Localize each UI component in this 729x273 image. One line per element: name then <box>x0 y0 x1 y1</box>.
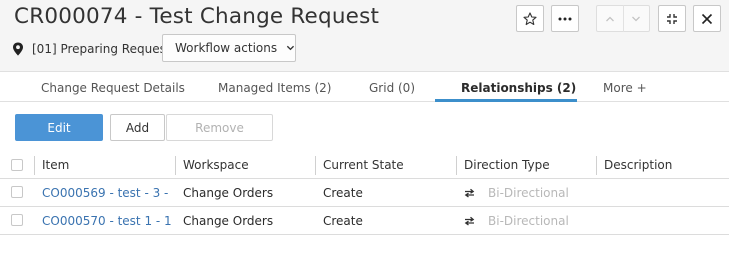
add-button[interactable]: Add <box>110 114 165 141</box>
pin-icon <box>13 42 23 55</box>
row-checkbox[interactable] <box>11 214 23 226</box>
direction-cell: Bi-Directional <box>464 207 594 234</box>
column-header-description[interactable]: Description <box>604 152 724 178</box>
page-title: CR000074 - Test Change Request <box>14 4 380 29</box>
current-state: [01] Preparing Request <box>12 35 171 62</box>
table-header: Item Workspace Current State Direction T… <box>0 152 729 179</box>
more-options-button[interactable] <box>551 5 579 32</box>
column-header-direction-type[interactable]: Direction Type <box>464 152 594 178</box>
chevron-down-icon <box>286 45 295 51</box>
tab-relationships[interactable]: Relationships (2) <box>461 81 576 95</box>
description-cell <box>604 179 724 206</box>
direction-cell: Bi-Directional <box>464 179 594 206</box>
collapse-icon <box>667 13 677 24</box>
favorite-button[interactable] <box>516 5 544 32</box>
state-cell: Create <box>323 185 363 200</box>
description-cell <box>604 207 724 234</box>
star-icon <box>523 11 537 25</box>
next-record-button[interactable] <box>624 6 650 31</box>
row-checkbox[interactable] <box>11 186 23 198</box>
workspace-cell: Change Orders <box>183 185 274 200</box>
relationships-table: Item Workspace Current State Direction T… <box>0 152 729 235</box>
previous-record-button[interactable] <box>597 6 623 31</box>
collapse-button[interactable] <box>658 5 686 32</box>
tab-managed-items[interactable]: Managed Items (2) <box>218 81 331 95</box>
workspace-cell: Change Orders <box>183 213 274 228</box>
table-row[interactable]: CO000570 - test 1 - 1 -... Change Orders… <box>0 207 729 235</box>
close-icon <box>701 13 713 24</box>
column-header-workspace[interactable]: Workspace <box>183 152 313 178</box>
more-icon <box>558 17 572 20</box>
bidirectional-icon <box>464 216 475 226</box>
table-row[interactable]: CO000569 - test - 3 - ... Change Orders … <box>0 179 729 207</box>
tab-more[interactable]: More + <box>603 81 647 95</box>
column-header-current-state[interactable]: Current State <box>323 152 453 178</box>
tab-bar: Change Request Details Managed Items (2)… <box>0 76 729 102</box>
close-button[interactable] <box>693 5 721 32</box>
remove-button[interactable]: Remove <box>166 114 273 141</box>
arrow-up-icon <box>605 16 614 21</box>
state-label: [01] Preparing Request <box>32 41 171 56</box>
arrow-down-icon <box>632 16 641 21</box>
tab-change-request-details[interactable]: Change Request Details <box>41 81 185 95</box>
workflow-actions-button[interactable]: Workflow actions <box>162 34 296 62</box>
item-link[interactable]: CO000569 - test - 3 - ... <box>42 179 172 206</box>
select-all-checkbox[interactable] <box>11 159 23 171</box>
direction-label: Bi-Directional <box>488 213 569 228</box>
item-link[interactable]: CO000570 - test 1 - 1 -... <box>42 207 172 234</box>
column-header-item[interactable]: Item <box>42 152 172 178</box>
item-header: CR000074 - Test Change Request [01] Prep… <box>0 0 729 72</box>
bidirectional-icon <box>464 188 475 198</box>
tab-grid[interactable]: Grid (0) <box>369 81 415 95</box>
state-cell: Create <box>323 213 363 228</box>
record-navigation <box>596 5 650 32</box>
workflow-actions-label: Workflow actions <box>175 41 278 55</box>
direction-label: Bi-Directional <box>488 185 569 200</box>
active-tab-indicator <box>435 99 577 102</box>
edit-button[interactable]: Edit <box>15 114 103 141</box>
